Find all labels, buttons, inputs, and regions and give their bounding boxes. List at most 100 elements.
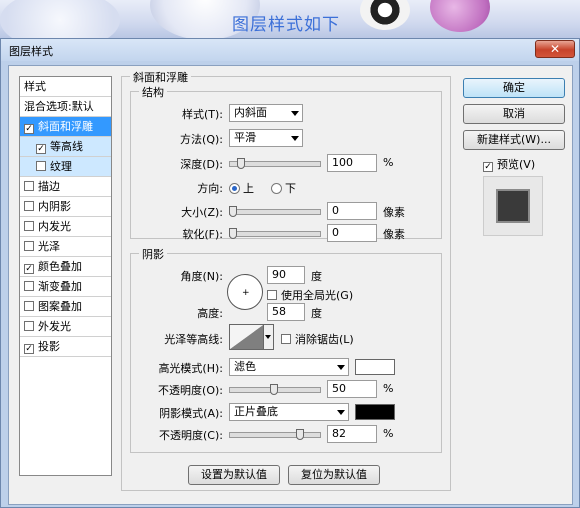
altitude-input[interactable]: 58 bbox=[267, 303, 305, 321]
checkbox-icon[interactable] bbox=[24, 301, 34, 311]
checkbox-icon[interactable] bbox=[24, 281, 34, 291]
shadow-color-swatch[interactable] bbox=[355, 404, 395, 420]
chevron-down-icon bbox=[337, 410, 345, 415]
checkbox-checked-icon[interactable]: ✓ bbox=[36, 144, 46, 154]
direction-down-label: 下 bbox=[285, 182, 296, 195]
checkbox-icon[interactable] bbox=[24, 181, 34, 191]
angle-input[interactable]: 90 bbox=[267, 266, 305, 284]
blend-options-item[interactable]: 混合选项:默认 bbox=[20, 97, 111, 117]
style-list-item[interactable]: 内发光 bbox=[20, 217, 111, 237]
style-list-item[interactable]: ✓ 颜色叠加 bbox=[20, 257, 111, 277]
style-list-item[interactable]: 纹理 bbox=[20, 157, 111, 177]
technique-select[interactable]: 平滑 bbox=[229, 129, 303, 147]
style-list-item-label: 渐变叠加 bbox=[38, 280, 82, 293]
make-default-button[interactable]: 设置为默认值 bbox=[188, 465, 280, 485]
radio-checked-icon bbox=[229, 183, 240, 194]
checkbox-checked-icon[interactable]: ✓ bbox=[24, 124, 34, 134]
settings-panel: 斜面和浮雕 结构 样式(T): 内斜面 方法(Q): 平滑 深度(D): 100… bbox=[121, 69, 451, 491]
highlight-opacity-slider[interactable] bbox=[229, 384, 321, 395]
checkbox-checked-icon[interactable]: ✓ bbox=[24, 344, 34, 354]
cancel-button[interactable]: 取消 bbox=[463, 104, 565, 124]
highlight-opacity-unit: % bbox=[383, 382, 394, 395]
chevron-down-icon bbox=[337, 365, 345, 370]
style-list-item[interactable]: ✓ 斜面和浮雕 bbox=[20, 117, 111, 137]
checkbox-icon bbox=[267, 290, 277, 300]
depth-unit: % bbox=[383, 156, 394, 169]
highlight-mode-select[interactable]: 滤色 bbox=[229, 358, 349, 376]
checkbox-icon[interactable] bbox=[24, 201, 34, 211]
depth-slider-thumb[interactable] bbox=[237, 158, 246, 169]
gloss-contour-label: 光泽等高线: bbox=[164, 333, 223, 346]
highlight-color-swatch[interactable] bbox=[355, 359, 395, 375]
highlight-mode-label: 高光模式(H): bbox=[158, 362, 223, 375]
style-list-item[interactable]: ✓ 投影 bbox=[20, 337, 111, 357]
gloss-contour-dropdown[interactable] bbox=[264, 324, 274, 350]
shadow-opacity-thumb[interactable] bbox=[296, 429, 305, 440]
direction-up-radio[interactable]: 上 bbox=[229, 180, 254, 196]
soften-slider-thumb[interactable] bbox=[229, 228, 237, 239]
direction-label: 方向: bbox=[197, 182, 223, 195]
style-list-item[interactable]: 外发光 bbox=[20, 317, 111, 337]
highlight-opacity-thumb[interactable] bbox=[270, 384, 278, 395]
soften-slider[interactable] bbox=[229, 228, 321, 239]
global-light-checkbox[interactable]: 使用全局光(G) bbox=[267, 287, 353, 303]
style-list-item-label: 纹理 bbox=[50, 160, 72, 173]
style-list-item[interactable]: 图案叠加 bbox=[20, 297, 111, 317]
depth-input[interactable]: 100 bbox=[327, 154, 377, 172]
shadow-mode-label: 阴影模式(A): bbox=[159, 407, 223, 420]
preview-swatch bbox=[498, 191, 528, 221]
shading-title: 阴影 bbox=[139, 246, 167, 262]
chevron-down-icon bbox=[291, 111, 299, 116]
gloss-contour-picker[interactable] bbox=[229, 324, 264, 350]
altitude-label: 高度: bbox=[197, 307, 223, 320]
style-list-item-label: 颜色叠加 bbox=[38, 260, 82, 273]
size-unit: 像素 bbox=[383, 206, 405, 219]
highlight-opacity-input[interactable]: 50 bbox=[327, 380, 377, 398]
reset-default-button[interactable]: 复位为默认值 bbox=[288, 465, 380, 485]
ok-button[interactable]: 确定 bbox=[463, 78, 565, 98]
size-input[interactable]: 0 bbox=[327, 202, 377, 220]
shadow-opacity-input[interactable]: 82 bbox=[327, 425, 377, 443]
shadow-opacity-slider[interactable] bbox=[229, 429, 321, 440]
style-list-item[interactable]: ✓ 等高线 bbox=[20, 137, 111, 157]
soften-input[interactable]: 0 bbox=[327, 224, 377, 242]
style-list-item-label: 外发光 bbox=[38, 320, 71, 333]
preview-checkbox[interactable]: ✓ 预览(V) bbox=[483, 156, 535, 172]
close-button[interactable]: ✕ bbox=[535, 40, 575, 58]
antialias-checkbox[interactable]: 消除锯齿(L) bbox=[281, 331, 354, 347]
shadow-mode-select[interactable]: 正片叠底 bbox=[229, 403, 349, 421]
size-slider-thumb[interactable] bbox=[229, 206, 237, 217]
style-list-item[interactable]: 渐变叠加 bbox=[20, 277, 111, 297]
checkbox-icon[interactable] bbox=[36, 161, 46, 171]
checkbox-checked-icon[interactable]: ✓ bbox=[24, 264, 34, 274]
style-list-item[interactable]: 光泽 bbox=[20, 237, 111, 257]
checkbox-icon[interactable] bbox=[24, 221, 34, 231]
shadow-opacity-label: 不透明度(C): bbox=[159, 429, 223, 442]
size-label: 大小(Z): bbox=[181, 206, 223, 219]
direction-down-radio[interactable]: 下 bbox=[271, 180, 296, 196]
style-list-item-label: 图案叠加 bbox=[38, 300, 82, 313]
style-list: 样式 混合选项:默认 ✓ 斜面和浮雕 ✓ 等高线纹理描边内阴影内发光光泽 ✓ 颜色叠加渐变… bbox=[19, 76, 112, 476]
highlight-opacity-label: 不透明度(O): bbox=[158, 384, 223, 397]
crosshair-icon: + bbox=[242, 288, 250, 298]
checkbox-checked-icon: ✓ bbox=[483, 162, 493, 172]
title-bar[interactable]: 图层样式 ✕ bbox=[1, 39, 579, 61]
style-select[interactable]: 内斜面 bbox=[229, 104, 303, 122]
style-list-item-label: 投影 bbox=[38, 340, 60, 353]
style-list-item[interactable]: 描边 bbox=[20, 177, 111, 197]
size-slider[interactable] bbox=[229, 206, 321, 217]
style-list-header[interactable]: 样式 bbox=[20, 77, 111, 97]
dialog-client: 样式 混合选项:默认 ✓ 斜面和浮雕 ✓ 等高线纹理描边内阴影内发光光泽 ✓ 颜色叠加渐变… bbox=[8, 65, 573, 505]
technique-label: 方法(Q): bbox=[180, 133, 223, 146]
angle-dial[interactable]: + bbox=[227, 274, 263, 310]
new-style-button[interactable]: 新建样式(W)... bbox=[463, 130, 565, 150]
window-title: 图层样式 bbox=[9, 45, 53, 58]
depth-slider[interactable] bbox=[229, 158, 321, 169]
style-list-item-label: 内发光 bbox=[38, 220, 71, 233]
layer-style-dialog: 图层样式 ✕ 样式 混合选项:默认 ✓ 斜面和浮雕 ✓ 等高线纹理描边内阴影内发光光泽… bbox=[0, 38, 580, 508]
angle-unit: 度 bbox=[311, 270, 322, 283]
style-list-item[interactable]: 内阴影 bbox=[20, 197, 111, 217]
checkbox-icon[interactable] bbox=[24, 321, 34, 331]
style-list-item-label: 描边 bbox=[38, 180, 60, 193]
checkbox-icon[interactable] bbox=[24, 241, 34, 251]
